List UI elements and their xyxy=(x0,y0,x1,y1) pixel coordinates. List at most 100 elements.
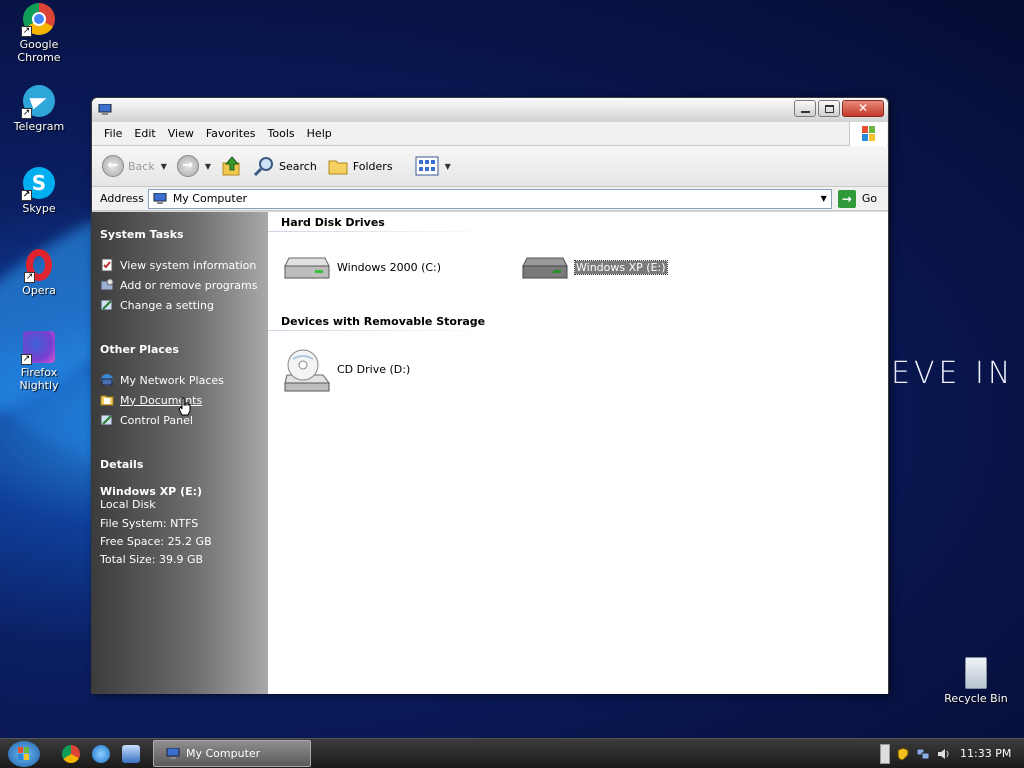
drive-d[interactable]: CD Drive (D:) xyxy=(283,345,410,393)
place-label: My Network Places xyxy=(120,373,224,387)
windows-logo-icon xyxy=(18,747,29,760)
address-label: Address xyxy=(100,192,144,205)
desktop-icon-chrome[interactable]: ↗ Google Chrome xyxy=(0,3,78,64)
shortcut-arrow-icon: ↗ xyxy=(21,108,32,119)
task-add-remove-programs[interactable]: Add or remove programs xyxy=(100,275,268,295)
computer-icon xyxy=(153,192,167,204)
shortcut-arrow-icon: ↗ xyxy=(21,190,32,201)
details-filesystem: File System: NTFS xyxy=(100,517,199,530)
details-heading: Details xyxy=(100,458,144,471)
computer-icon xyxy=(98,104,112,115)
desktop-icon-label: Nightly xyxy=(19,379,59,392)
desktop-icon-opera[interactable]: ↗ Opera xyxy=(0,249,78,297)
desktop-icon-firefox-nightly[interactable]: ↗ Firefox Nightly xyxy=(0,331,78,392)
up-folder-button[interactable] xyxy=(221,155,243,177)
menu-tools[interactable]: Tools xyxy=(262,127,301,140)
control-panel-icon xyxy=(100,414,113,426)
system-tasks-heading: System Tasks xyxy=(100,228,184,241)
speaker-icon[interactable] xyxy=(936,747,950,761)
other-places-heading: Other Places xyxy=(100,343,179,356)
address-bar: Address My Computer ▼ → Go xyxy=(92,187,888,211)
taskbar-my-computer-button[interactable]: My Computer xyxy=(153,740,311,767)
details-free-space: Free Space: 25.2 GB xyxy=(100,535,212,548)
views-button[interactable]: ▼ xyxy=(415,156,451,176)
network-icon[interactable] xyxy=(916,747,930,761)
chevron-down-icon[interactable]: ▼ xyxy=(445,162,451,171)
hard-drive-icon xyxy=(522,257,568,279)
drive-c[interactable]: Windows 2000 (C:) xyxy=(283,254,441,280)
go-label: Go xyxy=(861,192,878,205)
folders-label: Folders xyxy=(352,159,393,173)
views-grid-icon xyxy=(415,156,439,176)
task-label: Change a setting xyxy=(120,298,214,312)
drive-label: Windows XP (E:) xyxy=(574,259,668,275)
desktop-icon-label: Google xyxy=(19,38,59,51)
start-button[interactable] xyxy=(8,741,40,767)
drive-e[interactable]: Windows XP (E:) xyxy=(521,254,668,280)
search-button[interactable]: Search xyxy=(253,155,317,177)
shortcut-arrow-icon: ↗ xyxy=(21,354,32,365)
desktop-icon-label: Skype xyxy=(22,202,56,215)
address-value: My Computer xyxy=(172,192,247,205)
desktop-icon-recycle-bin[interactable]: Recycle Bin xyxy=(937,657,1015,705)
menu-favorites[interactable]: Favorites xyxy=(200,127,262,140)
title-bar[interactable]: ✕ xyxy=(92,98,888,122)
windows-logo-icon xyxy=(849,122,887,146)
internet-explorer-icon[interactable] xyxy=(92,745,110,763)
up-folder-icon xyxy=(222,156,240,176)
shield-icon[interactable] xyxy=(896,746,910,761)
chevron-down-icon[interactable]: ▼ xyxy=(205,162,211,171)
folders-button[interactable]: Folders xyxy=(327,155,393,177)
close-button[interactable]: ✕ xyxy=(842,100,884,117)
chrome-icon[interactable] xyxy=(62,745,80,763)
menu-view[interactable]: View xyxy=(162,127,200,140)
desktop-icon-label: Recycle Bin xyxy=(944,692,1008,705)
forward-arrow-icon: → xyxy=(176,155,199,177)
add-remove-programs-icon xyxy=(100,278,114,291)
toolbar: ← Back ▼ → ▼ Search Folders ▼ xyxy=(92,146,888,187)
clock[interactable]: 11:33 PM xyxy=(960,747,1011,760)
chevron-down-icon[interactable]: ▼ xyxy=(821,194,827,203)
search-label: Search xyxy=(279,159,317,173)
menu-help[interactable]: Help xyxy=(301,127,338,140)
desktop-icon-telegram[interactable]: ↗ Telegram xyxy=(0,85,78,133)
go-button[interactable]: → Go xyxy=(837,189,878,208)
address-input[interactable]: My Computer ▼ xyxy=(147,188,832,209)
control-panel-icon xyxy=(100,299,113,311)
back-button[interactable]: ← Back ▼ xyxy=(102,155,167,177)
go-arrow-icon: → xyxy=(837,189,856,208)
skype-icon: S ↗ xyxy=(21,167,55,201)
computer-icon xyxy=(166,747,180,759)
minimize-button[interactable] xyxy=(794,100,816,117)
place-my-network-places[interactable]: My Network Places xyxy=(100,370,268,390)
tray-expand-handle[interactable] xyxy=(880,743,890,764)
telegram-icon: ↗ xyxy=(21,85,55,119)
my-computer-window: ✕ File Edit View Favorites Tools Help ← … xyxy=(91,97,889,694)
details-type: Local Disk xyxy=(100,498,156,511)
drive-label: CD Drive (D:) xyxy=(337,362,411,376)
task-view-system-information[interactable]: View system information xyxy=(100,255,268,275)
group-divider xyxy=(268,330,498,331)
taskbar-button-label: My Computer xyxy=(186,747,261,760)
group-divider xyxy=(268,231,498,232)
hard-drive-icon xyxy=(284,257,330,279)
back-label: Back xyxy=(128,159,155,173)
maximize-button[interactable] xyxy=(818,100,840,117)
chevron-down-icon[interactable]: ▼ xyxy=(161,162,167,171)
menu-edit[interactable]: Edit xyxy=(128,127,161,140)
desktop-icon-label: Firefox xyxy=(20,366,58,379)
task-label: View system information xyxy=(120,258,257,272)
details-section: Details Windows XP (E:) Local Disk File … xyxy=(100,458,268,569)
quick-launch xyxy=(62,745,140,763)
removable-group-title: Devices with Removable Storage xyxy=(281,315,486,328)
task-change-setting[interactable]: Change a setting xyxy=(100,295,268,315)
opera-icon: ↗ xyxy=(24,249,52,283)
cd-drive-icon xyxy=(284,349,330,392)
search-icon xyxy=(253,157,274,177)
desktop-icon-skype[interactable]: S ↗ Skype xyxy=(0,167,78,215)
forward-button[interactable]: → ▼ xyxy=(176,155,211,177)
taskbar: My Computer 11:33 PM xyxy=(0,738,1024,768)
show-desktop-icon[interactable] xyxy=(122,745,140,763)
menu-file[interactable]: File xyxy=(98,127,128,140)
desktop-icon-label: Chrome xyxy=(17,51,61,64)
